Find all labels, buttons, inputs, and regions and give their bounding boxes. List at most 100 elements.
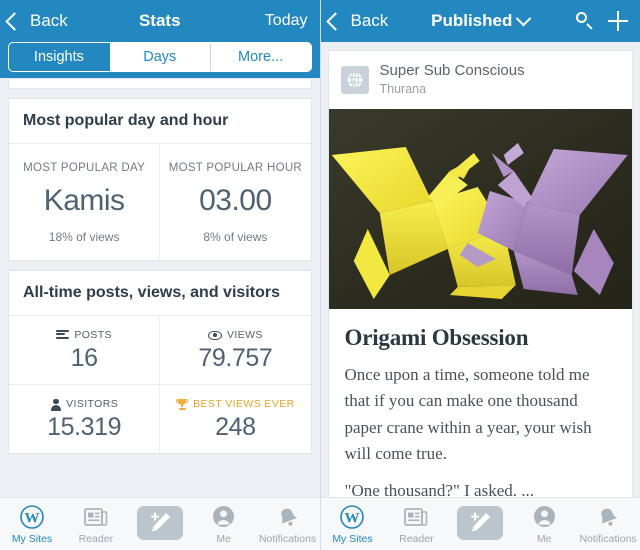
stat-label: MOST POPULAR HOUR [168,162,303,174]
post-pane: Back Published Super Sub Conscious Thura… [320,0,640,550]
post-navbar: Back Published [320,0,640,42]
search-icon[interactable] [576,12,594,30]
tab-compose[interactable] [128,498,192,550]
bell-icon [276,504,300,530]
today-button[interactable]: Today [265,12,308,30]
stat-visitors-label-row: VISITORS [13,398,155,411]
tab-label: My Sites [332,532,373,545]
person-icon [533,504,556,530]
tabbar-right: W My Sites Reader Me Notifications [320,497,640,550]
tab-notifications[interactable]: Notifications [576,498,640,550]
post-site-name: Super Sub Conscious [379,62,525,79]
tab-more[interactable]: More... [210,43,311,71]
globe-glyph [345,71,364,89]
stat-most-popular-hour: MOST POPULAR HOUR 03.00 8% of views [160,144,310,260]
tab-label: Me [536,532,552,545]
stat-label: POSTS [74,329,112,341]
bell-icon [596,504,620,530]
stats-nav-right: Today [265,12,312,30]
all-time-row-bottom: VISITORS 15.319 BEST VIEWS EVER 248 [9,385,311,453]
stat-sub: 18% of views [48,230,120,244]
stats-pane: Back Stats Today Insights Days More... M… [0,0,321,550]
wordpress-icon: W [20,504,44,530]
tabbar-left: W My Sites Reader Me Notifications [0,497,320,550]
card-most-popular-title: Most popular day and hour [9,99,311,144]
card-all-time-title: All-time posts, views, and visitors [9,271,311,316]
visitor-icon [50,398,61,411]
post-site-header[interactable]: Super Sub Conscious Thurana [329,51,633,109]
eye-icon [207,330,222,340]
stat-value: 03.00 [199,184,272,217]
post-card[interactable]: Super Sub Conscious Thurana Origami Obse… [327,50,633,498]
stat-best-views-ever: BEST VIEWS EVER 248 [160,385,310,453]
post-paragraph-1: Once upon a time, someone told me that i… [344,364,592,463]
chevron-left-icon [5,11,24,31]
card-all-time: All-time posts, views, and visitors POST… [8,270,312,454]
app-screen: Back Stats Today Insights Days More... M… [0,0,640,550]
stat-label: MOST POPULAR DAY [23,162,146,174]
stat-value: 79.757 [198,344,273,372]
tab-label: Me [216,532,231,545]
wordpress-icon: W [340,504,365,530]
stat-views: VIEWS 79.757 [160,316,310,384]
post-scroll-area[interactable]: Super Sub Conscious Thurana Origami Obse… [320,42,640,498]
stat-label: BEST VIEWS EVER [193,398,295,410]
tab-reader[interactable]: Reader [384,498,448,550]
previous-card-partial [8,78,312,89]
stat-visitors: VISITORS 15.319 [9,385,161,453]
tab-label: Notifications [258,532,317,545]
plus-icon[interactable] [608,11,628,31]
tab-me[interactable]: Me [512,498,576,550]
stats-back-button[interactable]: Back [5,11,68,31]
stats-scroll-area[interactable]: Most popular day and hour MOST POPULAR D… [0,78,320,498]
all-time-row-top: POSTS 16 VIEWS 79.757 [9,316,311,385]
card-most-popular: Most popular day and hour MOST POPULAR D… [8,98,312,261]
tab-label: Reader [78,532,114,545]
stat-posts-label-row: POSTS [13,329,155,341]
person-icon [212,504,235,530]
stat-posts: POSTS 16 [9,316,161,384]
tab-compose[interactable] [448,498,512,550]
svg-text:W: W [345,510,360,526]
post-author: Thurana [379,82,427,96]
stats-back-label: Back [30,11,68,30]
stat-value: 16 [70,344,98,372]
tab-my-sites[interactable]: W My Sites [0,498,64,550]
posts-icon [56,330,70,340]
stat-views-label-row: VIEWS [164,329,306,341]
stat-most-popular-day: MOST POPULAR DAY Kamis 18% of views [9,144,161,260]
tab-reader[interactable]: Reader [64,498,128,550]
segmented-control-wrap: Insights Days More... [0,42,320,80]
post-paragraph-2: "One thousand?" I asked. ... [344,481,535,498]
chevron-down-icon [516,10,532,26]
tab-insights[interactable]: Insights [9,43,110,71]
tab-label: Notifications [579,532,637,545]
newspaper-icon [404,504,428,530]
globe-icon [340,65,369,94]
tab-notifications[interactable]: Notifications [256,498,320,550]
svg-text:W: W [24,510,39,526]
compose-icon [136,505,183,540]
post-body: Origami Obsession Once upon a time, some… [329,309,633,498]
tab-days[interactable]: Days [109,43,211,71]
stat-value: 248 [215,413,256,441]
stat-best-views-label-row: BEST VIEWS EVER [164,398,306,410]
tab-label: My Sites [11,532,53,545]
stat-label: VISITORS [66,398,119,410]
stat-value: Kamis [43,184,125,217]
most-popular-row: MOST POPULAR DAY Kamis 18% of views MOST… [9,144,311,260]
compose-icon [457,505,504,540]
tab-me[interactable]: Me [192,498,256,550]
newspaper-icon [83,504,108,530]
stat-sub: 8% of views [203,230,268,244]
post-featured-image[interactable] [328,108,632,309]
tab-label: Reader [399,532,434,545]
post-title-label: Published [431,11,513,30]
segmented-control: Insights Days More... [8,42,312,72]
trophy-icon [176,398,189,410]
stat-label: VIEWS [226,329,263,341]
stats-navbar: Back Stats Today [0,0,320,42]
tab-my-sites[interactable]: W My Sites [321,498,385,550]
origami-cranes-illustration [328,108,632,309]
stat-value: 15.319 [47,413,122,441]
